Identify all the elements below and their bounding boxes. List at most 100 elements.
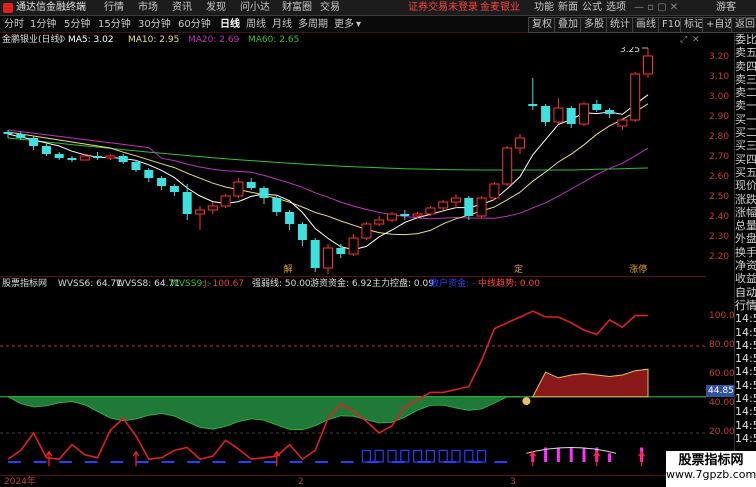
- candle-body-down: [131, 162, 141, 170]
- side-panel-row: 14:56: [735, 378, 756, 392]
- up-arrow-icon: [132, 450, 140, 467]
- candle-body-up: [348, 237, 359, 255]
- ma-legend: 金鹏银业(日线) ⚙ MA5: 3.02 MA10: 2.95 MA20: 2.…: [0, 33, 706, 47]
- settings-icon[interactable]: ⚙: [58, 33, 66, 47]
- j-value: J: 100.67: [204, 279, 245, 289]
- candle-body-up: [374, 219, 385, 225]
- retail-bar: [464, 449, 474, 463]
- ma5-line: [7, 94, 649, 251]
- candle-body-up: [579, 103, 589, 125]
- side-panel-row: 涨跌: [735, 192, 756, 206]
- side-panel-row: 买一: [735, 112, 756, 126]
- x-mar-label: 3: [510, 477, 516, 487]
- btn-stats[interactable]: 统计: [606, 17, 634, 33]
- watermark: 股票指标网 www.7gpzb.com: [666, 451, 756, 487]
- indicator-tick: 40.00: [709, 398, 735, 408]
- btn-restore-rights[interactable]: 复权: [528, 17, 556, 33]
- indicator-chart[interactable]: [0, 290, 706, 475]
- price-tick: 2.40: [709, 212, 730, 222]
- candle-body-up: [553, 107, 564, 123]
- candle-body-down: [336, 248, 346, 254]
- price-tick: 2.70: [709, 152, 730, 162]
- visitor-label[interactable]: 游客: [716, 0, 736, 16]
- side-panel-row: 14:57: [735, 418, 756, 432]
- retail-bar: [425, 449, 435, 463]
- side-panel-row: 买二: [735, 126, 756, 140]
- candle-body-down: [41, 146, 51, 154]
- candle-body-up: [233, 181, 244, 197]
- period-5min[interactable]: 5分钟: [64, 16, 90, 33]
- side-panel-row: 卖三: [735, 72, 756, 86]
- menu-options[interactable]: 选项: [606, 0, 626, 16]
- app-title: 通达信金融终端: [16, 2, 86, 13]
- side-panel-row: 卖五: [735, 46, 756, 60]
- wvss6-value: WVSS6: 64.71: [58, 279, 122, 289]
- candle-body-up: [361, 223, 372, 239]
- period-60min[interactable]: 60分钟: [178, 16, 211, 33]
- side-panel-row: 涨幅: [735, 205, 756, 219]
- retail-fund-value: 散户资金: -: [430, 279, 476, 289]
- bear-fill-area: [7, 396, 521, 431]
- promo-text[interactable]: 证券交易未登录: [408, 0, 478, 16]
- quote-side-panel[interactable]: 委比 卖五 卖四 卖三 卖二 卖一 买一 买二 买三 买四 买五 现价 涨跌 涨幅 总量 外盘 换手 净资 收益 自动…: [734, 33, 756, 487]
- candle-body-down: [400, 214, 410, 216]
- menu-ask[interactable]: 问小达: [240, 0, 270, 16]
- menu-function[interactable]: 功能: [534, 0, 554, 16]
- ma10-value: MA10: 2.95: [128, 35, 180, 45]
- panel-expand-icon[interactable]: ⤢: [680, 33, 687, 47]
- side-panel-row: 卖一: [735, 99, 756, 113]
- period-week[interactable]: 周线: [246, 16, 266, 33]
- more-arrow-icon[interactable]: ▾: [356, 16, 361, 33]
- side-panel-row: 净资: [735, 259, 756, 273]
- coin-icon: [522, 397, 531, 406]
- candle-body-down: [29, 138, 39, 146]
- menu-quotes[interactable]: 行情: [104, 0, 124, 16]
- price-tick: 2.80: [709, 132, 730, 142]
- period-more[interactable]: 更多: [334, 16, 354, 33]
- menu-discover[interactable]: 发现: [206, 0, 226, 16]
- candle-body-down: [54, 154, 64, 158]
- btn-back[interactable]: 返回: [731, 17, 756, 33]
- period-tick[interactable]: 分时: [4, 16, 24, 33]
- menu-news[interactable]: 资讯: [172, 0, 192, 16]
- candlestick-chart[interactable]: 3.25←2.05解定涨停: [0, 47, 706, 274]
- indicator-tick: 100.0: [709, 311, 735, 321]
- period-multi[interactable]: 多周期: [298, 16, 328, 33]
- period-day[interactable]: 日线: [220, 16, 240, 33]
- period-30min[interactable]: 30分钟: [138, 16, 171, 33]
- side-panel-row: 现价: [735, 179, 756, 193]
- period-1min[interactable]: 1分钟: [30, 16, 56, 33]
- retail-bar: [387, 449, 397, 463]
- ma5-value: MA5: 3.02: [68, 35, 114, 45]
- candle-body-down: [182, 192, 192, 214]
- menu-trade[interactable]: 交易: [320, 0, 340, 16]
- ma20-line: [7, 129, 649, 220]
- btn-draw[interactable]: 画线: [632, 17, 660, 33]
- candle-body-up: [195, 209, 205, 215]
- btn-overlay[interactable]: 叠加: [554, 17, 582, 33]
- period-15min[interactable]: 15分钟: [98, 16, 131, 33]
- menu-formula[interactable]: 公式: [582, 0, 602, 16]
- candle-body-down: [169, 186, 179, 192]
- title-bar: 通达信金融终端 行情 市场 资讯 发现 问小达 财富圈 交易 证券交易未登录 金…: [0, 0, 756, 16]
- window-controls[interactable]: — ▫ ▢ ✕: [634, 0, 678, 16]
- btn-multi-stock[interactable]: 多股: [580, 17, 608, 33]
- candle-body-up: [79, 155, 90, 161]
- candle-body-down: [157, 178, 167, 186]
- menu-wealth[interactable]: 财富圈: [282, 0, 312, 16]
- menu-market[interactable]: 市场: [138, 0, 158, 16]
- side-panel-row: 卖四: [735, 59, 756, 73]
- price-tick: 2.60: [709, 172, 730, 182]
- candle-body-down: [310, 240, 320, 268]
- candle-body-down: [464, 198, 474, 216]
- period-toolbar: 分时 1分钟 5分钟 15分钟 30分钟 60分钟 日线 周线 月线 多周期 更…: [0, 16, 756, 33]
- candle-body-down: [3, 132, 13, 134]
- panel-close-icon[interactable]: ✕: [692, 33, 700, 47]
- menu-new-page[interactable]: 新面: [558, 0, 578, 16]
- period-month[interactable]: 月线: [272, 16, 292, 33]
- candle-body-down: [118, 156, 128, 162]
- candle-body-down: [67, 158, 77, 160]
- indicator-cursor-value: 44.85: [706, 385, 734, 397]
- watermark-url: www.7gpzb.com: [666, 468, 756, 481]
- up-arrow-icon: [529, 450, 537, 467]
